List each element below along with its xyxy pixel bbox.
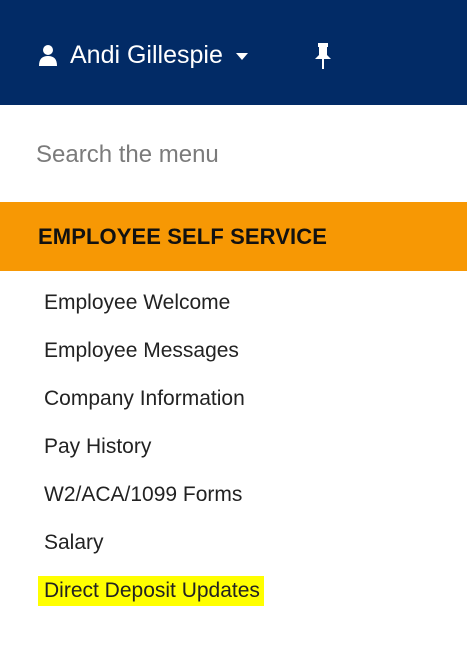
user-icon bbox=[39, 45, 57, 66]
employee-self-service-menu: Andi Gillespie EMPLOYEE SELF SERVICE Emp… bbox=[0, 0, 467, 648]
menu-item: Employee Welcome bbox=[38, 279, 438, 327]
menu-link-company-information[interactable]: Company Information bbox=[38, 384, 249, 414]
employee-self-service-header: EMPLOYEE SELF SERVICE bbox=[0, 202, 467, 271]
menu-link-w2-aca-1099-forms[interactable]: W2/ACA/1099 Forms bbox=[38, 480, 246, 510]
menu-link-employee-messages[interactable]: Employee Messages bbox=[38, 336, 243, 366]
top-navigation-bar: Andi Gillespie bbox=[0, 0, 467, 105]
menu-item: Salary bbox=[38, 519, 438, 567]
pin-icon[interactable] bbox=[314, 43, 332, 69]
caret-down-icon bbox=[235, 52, 248, 60]
menu-item: Company Information bbox=[38, 375, 438, 423]
menu-link-employee-welcome[interactable]: Employee Welcome bbox=[38, 288, 234, 318]
section-title: EMPLOYEE SELF SERVICE bbox=[38, 223, 327, 249]
menu-search-input[interactable] bbox=[36, 136, 426, 174]
menu-link-direct-deposit-updates[interactable]: Direct Deposit Updates bbox=[38, 576, 264, 606]
user-name: Andi Gillespie bbox=[70, 41, 223, 69]
user-dropdown-menu[interactable]: Andi Gillespie bbox=[36, 38, 248, 72]
menu-list: Employee Welcome Employee Messages Compa… bbox=[38, 279, 438, 615]
menu-link-pay-history[interactable]: Pay History bbox=[38, 432, 155, 462]
menu-item: W2/ACA/1099 Forms bbox=[38, 471, 438, 519]
menu-item: Direct Deposit Updates bbox=[38, 567, 438, 615]
menu-search-row bbox=[36, 136, 426, 174]
menu-item: Pay History bbox=[38, 423, 438, 471]
menu-item: Employee Messages bbox=[38, 327, 438, 375]
menu-link-salary[interactable]: Salary bbox=[38, 528, 108, 558]
